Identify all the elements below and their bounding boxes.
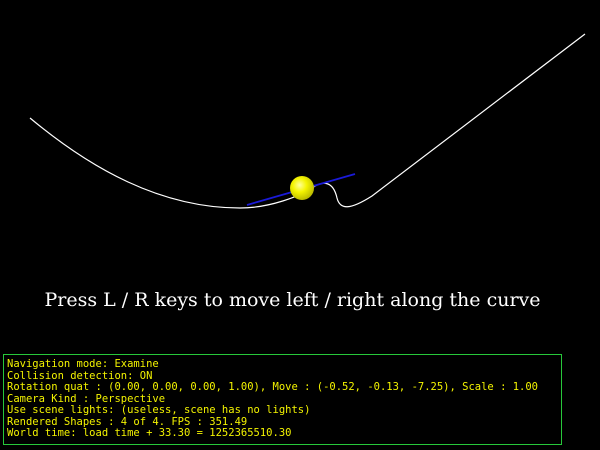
status-line-navigation: Navigation mode: Examine <box>7 358 159 370</box>
status-line-lights: Use scene lights: (useless, scene has no… <box>7 404 311 416</box>
instruction-text: Press L / R keys to move left / right al… <box>44 289 541 311</box>
moving-sphere <box>290 176 314 200</box>
status-line-transform: Rotation quat : (0.00, 0.00, 0.00, 1.00)… <box>7 381 539 393</box>
status-panel: Navigation mode: Examine Collision detec… <box>3 354 562 445</box>
status-line-world-time: World time: load time + 33.30 = 12523655… <box>7 427 292 439</box>
